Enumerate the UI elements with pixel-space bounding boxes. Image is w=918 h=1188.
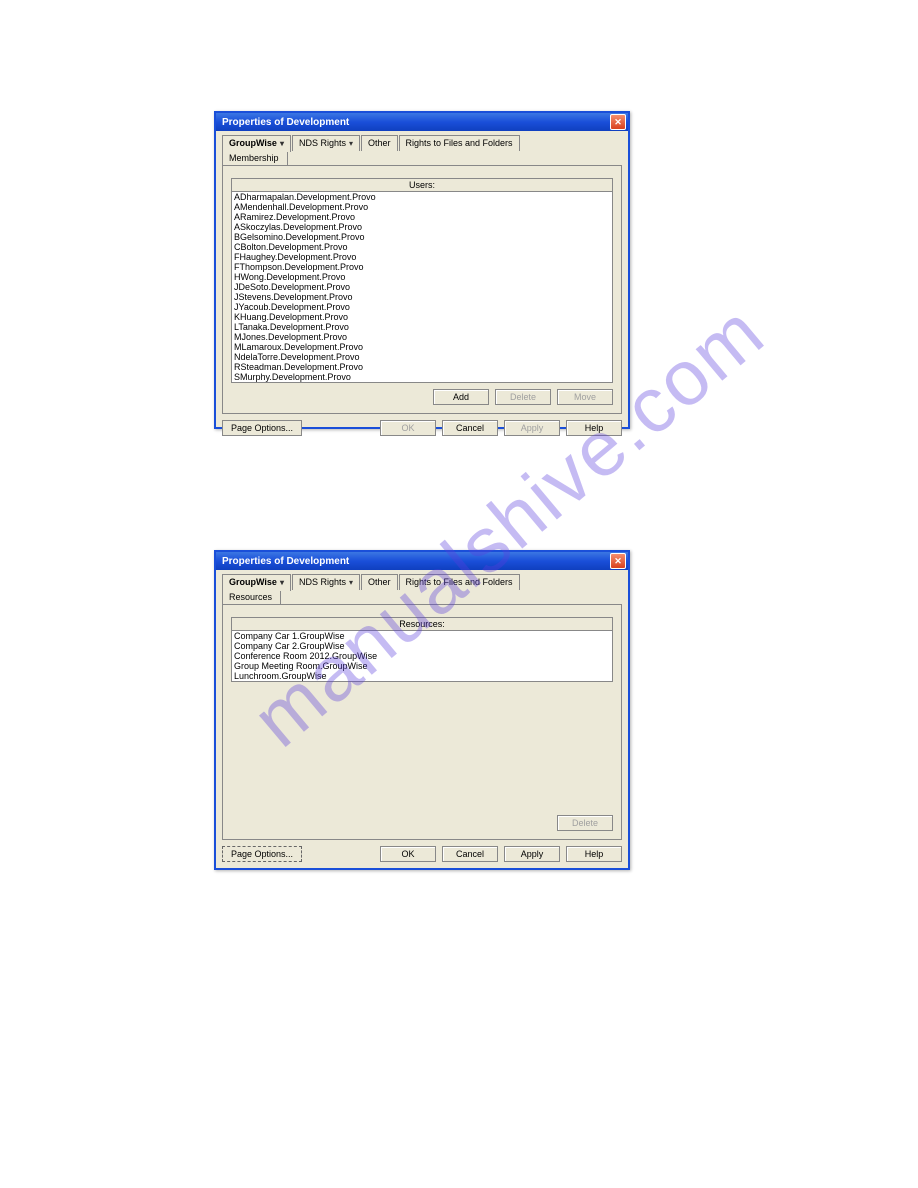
apply-button: Apply — [504, 420, 560, 436]
tab-rights-files-folders[interactable]: Rights to Files and Folders — [399, 574, 520, 590]
list-item[interactable]: HWong.Development.Provo — [232, 272, 612, 282]
tab-groupwise[interactable]: GroupWise▾ — [222, 135, 291, 152]
list-item[interactable]: SMurphy.Development.Provo — [232, 372, 612, 382]
list-item[interactable]: FThompson.Development.Provo — [232, 262, 612, 272]
page-options-button[interactable]: Page Options... — [222, 420, 302, 436]
list-item[interactable]: CBolton.Development.Provo — [232, 242, 612, 252]
close-icon[interactable]: ✕ — [610, 114, 626, 130]
users-listbox[interactable]: ADharmapalan.Development.Provo AMendenha… — [231, 192, 613, 383]
help-button[interactable]: Help — [566, 846, 622, 862]
users-header: Users: — [231, 178, 613, 192]
delete-button: Delete — [495, 389, 551, 405]
titlebar: Properties of Development ✕ — [216, 113, 628, 131]
list-item[interactable]: NdelaTorre.Development.Provo — [232, 352, 612, 362]
tab-rights-files-folders[interactable]: Rights to Files and Folders — [399, 135, 520, 151]
delete-button: Delete — [557, 815, 613, 831]
move-button: Move — [557, 389, 613, 405]
help-button[interactable]: Help — [566, 420, 622, 436]
properties-dialog-resources: Properties of Development ✕ GroupWise▾ N… — [214, 550, 630, 870]
resources-header: Resources: — [231, 617, 613, 631]
tab-groupwise[interactable]: GroupWise▾ — [222, 574, 291, 591]
page-options-button[interactable]: Page Options... — [222, 846, 302, 862]
list-item[interactable]: FHaughey.Development.Provo — [232, 252, 612, 262]
top-tabs: GroupWise▾ NDS Rights▾ Other Rights to F… — [222, 574, 622, 590]
tab-other[interactable]: Other — [361, 574, 398, 590]
list-item[interactable]: Company Car 2.GroupWise — [232, 641, 612, 651]
chevron-down-icon: ▾ — [349, 139, 353, 148]
apply-button[interactable]: Apply — [504, 846, 560, 862]
window-title: Properties of Development — [222, 117, 349, 128]
tab-nds-rights[interactable]: NDS Rights▾ — [292, 135, 360, 151]
list-item[interactable]: JDeSoto.Development.Provo — [232, 282, 612, 292]
list-item[interactable]: RSteadman.Development.Provo — [232, 362, 612, 372]
resources-listbox[interactable]: Company Car 1.GroupWise Company Car 2.Gr… — [231, 631, 613, 682]
list-item[interactable]: Company Car 1.GroupWise — [232, 631, 612, 641]
content-panel: Users: ADharmapalan.Development.Provo AM… — [222, 165, 622, 414]
list-item[interactable]: KHuang.Development.Provo — [232, 312, 612, 322]
list-item[interactable]: LTanaka.Development.Provo — [232, 322, 612, 332]
chevron-down-icon: ▾ — [280, 139, 284, 148]
chevron-down-icon: ▾ — [349, 578, 353, 587]
cancel-button[interactable]: Cancel — [442, 420, 498, 436]
list-item[interactable]: Group Meeting Room.GroupWise — [232, 661, 612, 671]
list-item[interactable]: MLamaroux.Development.Provo — [232, 342, 612, 352]
list-item[interactable]: JStevens.Development.Provo — [232, 292, 612, 302]
tab-nds-rights[interactable]: NDS Rights▾ — [292, 574, 360, 590]
ok-button[interactable]: OK — [380, 846, 436, 862]
add-button[interactable]: Add — [433, 389, 489, 405]
close-icon[interactable]: ✕ — [610, 553, 626, 569]
list-item[interactable]: ASkoczylas.Development.Provo — [232, 222, 612, 232]
list-item[interactable]: Lunchroom.GroupWise — [232, 671, 612, 681]
top-tabs: GroupWise▾ NDS Rights▾ Other Rights to F… — [222, 135, 622, 151]
titlebar: Properties of Development ✕ — [216, 552, 628, 570]
subtab-resources[interactable]: Resources — [222, 589, 281, 605]
list-item[interactable]: BGelsomino.Development.Provo — [232, 232, 612, 242]
list-item[interactable]: ADharmapalan.Development.Provo — [232, 192, 612, 202]
window-title: Properties of Development — [222, 556, 349, 567]
list-item[interactable]: JYacoub.Development.Provo — [232, 302, 612, 312]
cancel-button[interactable]: Cancel — [442, 846, 498, 862]
properties-dialog-membership: Properties of Development ✕ GroupWise▾ N… — [214, 111, 630, 429]
list-item[interactable]: Conference Room 2012.GroupWise — [232, 651, 612, 661]
ok-button: OK — [380, 420, 436, 436]
list-item[interactable]: MJones.Development.Provo — [232, 332, 612, 342]
chevron-down-icon: ▾ — [280, 578, 284, 587]
tab-other[interactable]: Other — [361, 135, 398, 151]
subtab-membership[interactable]: Membership — [222, 150, 288, 166]
list-item[interactable]: ARamirez.Development.Provo — [232, 212, 612, 222]
list-item[interactable]: AMendenhall.Development.Provo — [232, 202, 612, 212]
content-panel: Resources: Company Car 1.GroupWise Compa… — [222, 604, 622, 840]
